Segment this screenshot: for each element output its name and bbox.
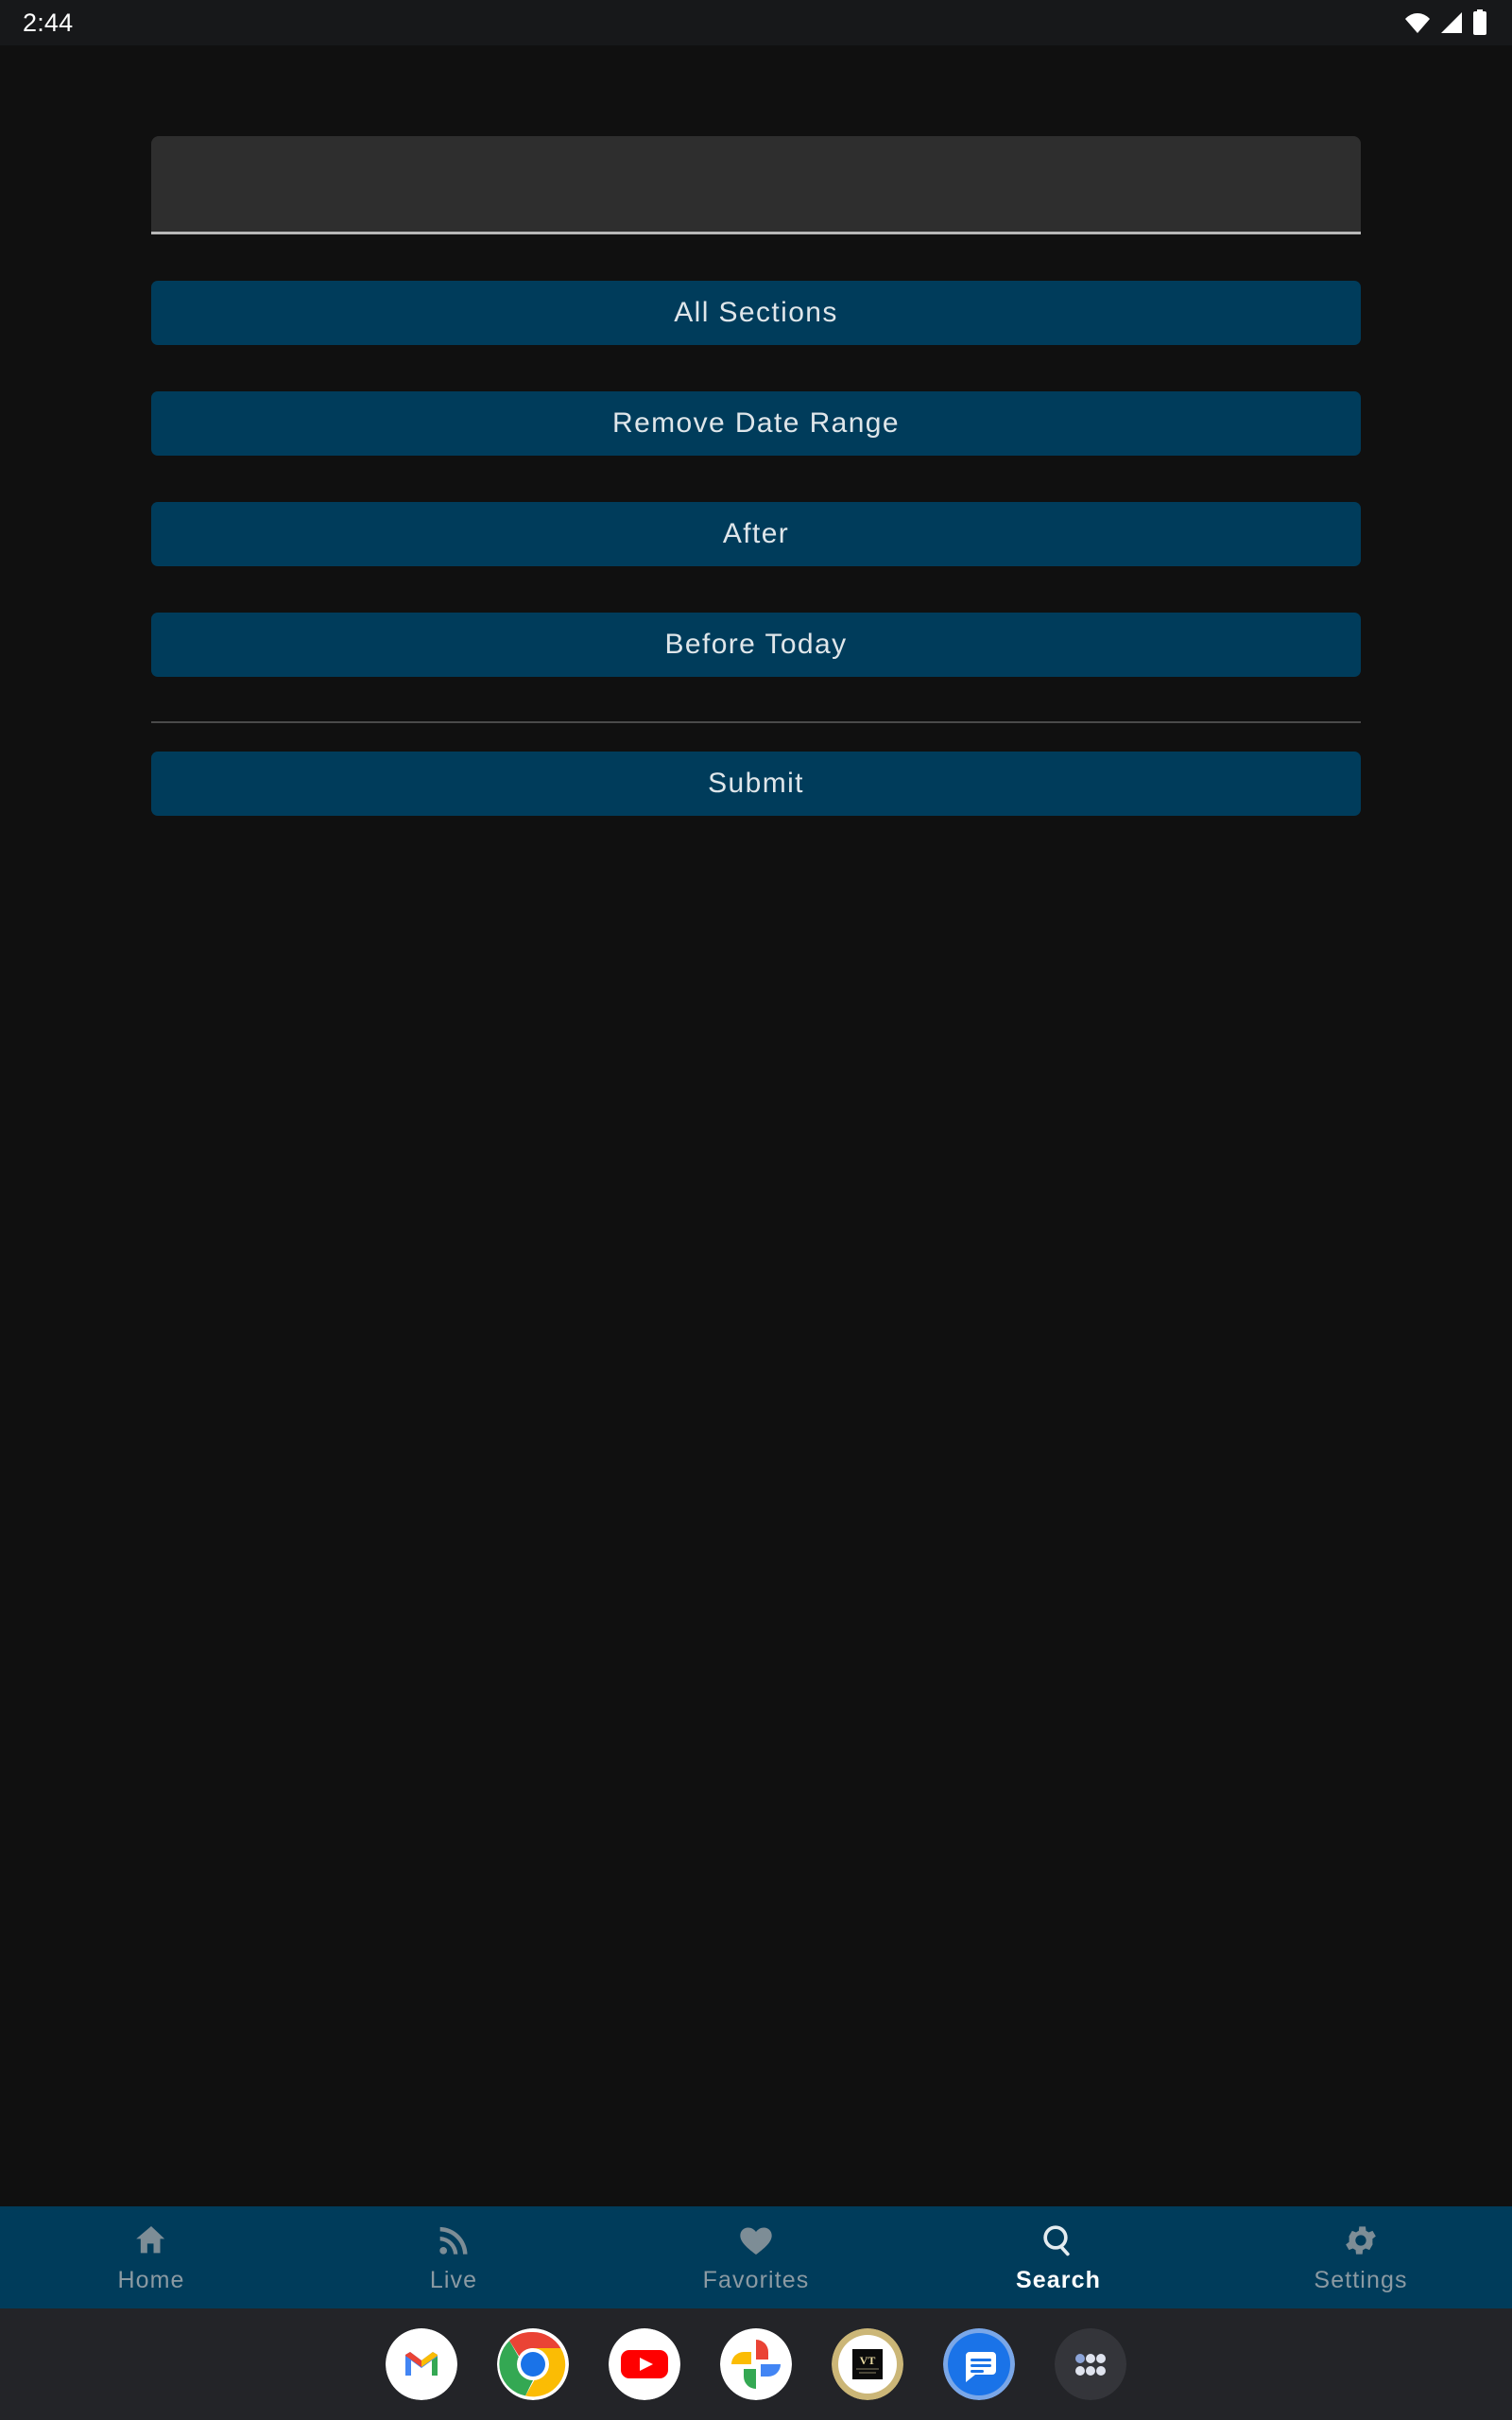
tab-live[interactable]: Live <box>302 2206 605 2308</box>
home-icon <box>132 2221 170 2260</box>
search-input[interactable] <box>151 136 1361 234</box>
heart-icon <box>737 2221 775 2260</box>
wifi-icon <box>1404 10 1431 35</box>
google-photos-app-icon[interactable] <box>720 2328 792 2400</box>
tab-favorites[interactable]: Favorites <box>605 2206 907 2308</box>
after-button[interactable]: After <box>151 502 1361 566</box>
phone-screen: 2:44 All Sections Remove Date Range Afte… <box>0 0 1512 2420</box>
form-divider <box>151 721 1361 723</box>
tab-home-label: Home <box>117 2267 185 2293</box>
broadcast-icon <box>435 2221 472 2260</box>
status-clock: 2:44 <box>23 8 74 37</box>
remove-date-range-button[interactable]: Remove Date Range <box>151 391 1361 456</box>
gold-ring-app-icon[interactable]: VT <box>832 2328 903 2400</box>
android-dock: VT <box>0 2308 1512 2420</box>
gmail-app-icon[interactable] <box>386 2328 457 2400</box>
tab-search-label: Search <box>1016 2267 1101 2293</box>
status-icon-group <box>1404 9 1487 36</box>
all-sections-button[interactable]: All Sections <box>151 281 1361 345</box>
gear-icon <box>1342 2221 1380 2260</box>
chrome-app-icon[interactable] <box>497 2328 569 2400</box>
tab-home[interactable]: Home <box>0 2206 302 2308</box>
app-drawer-icon[interactable] <box>1055 2328 1126 2400</box>
battery-icon <box>1472 9 1487 36</box>
search-icon <box>1040 2221 1077 2260</box>
tab-live-label: Live <box>429 2267 478 2293</box>
tab-favorites-label: Favorites <box>702 2267 810 2293</box>
status-bar: 2:44 <box>0 0 1512 45</box>
bottom-tab-bar: Home Live Favorites Search Settings <box>0 2206 1512 2308</box>
tab-settings[interactable]: Settings <box>1210 2206 1512 2308</box>
before-today-button[interactable]: Before Today <box>151 613 1361 677</box>
youtube-app-icon[interactable] <box>609 2328 680 2400</box>
cellular-signal-icon <box>1439 10 1464 35</box>
messages-app-icon[interactable] <box>943 2328 1015 2400</box>
search-form: All Sections Remove Date Range After Bef… <box>0 45 1512 816</box>
submit-button[interactable]: Submit <box>151 752 1361 816</box>
tab-search[interactable]: Search <box>907 2206 1210 2308</box>
svg-text:VT: VT <box>860 2354 876 2367</box>
tab-settings-label: Settings <box>1314 2267 1408 2293</box>
